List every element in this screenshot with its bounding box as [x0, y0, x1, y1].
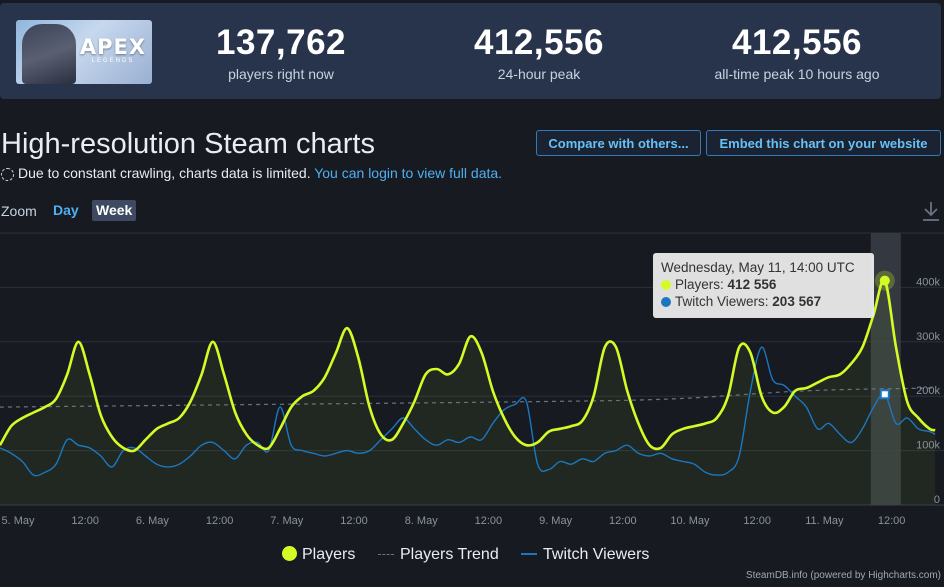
twitch-dot-icon	[661, 297, 671, 307]
tooltip-twitch-label: Twitch Viewers:	[675, 294, 769, 309]
stat-label: 24-hour peak	[497, 66, 581, 82]
zoom-week-button[interactable]: Week	[92, 200, 137, 221]
tooltip-twitch-row: Twitch Viewers: 203 567	[661, 293, 866, 310]
legend-item-players-trend[interactable]: Players Trend	[378, 544, 499, 566]
stat-label: all-time peak 10 hours ago	[714, 66, 880, 82]
zoom-label: Zoom	[1, 203, 37, 219]
stat-value: 412,556	[473, 23, 605, 62]
x-tick-label: 5. May	[1, 515, 35, 527]
tooltip-twitch-value: 203 567	[772, 294, 822, 309]
y-tick-label: 0	[934, 494, 940, 506]
line-icon	[521, 553, 537, 555]
y-tick-label: 300k	[916, 331, 940, 343]
legend-item-twitch-viewers[interactable]: Twitch Viewers	[521, 544, 649, 566]
x-tick-label: 12:00	[878, 515, 906, 527]
players-marker-icon	[282, 546, 297, 561]
stat-label: players right now	[228, 66, 334, 82]
logo-character-art	[22, 24, 76, 84]
data-limit-notice: Due to constant crawling, charts data is…	[1, 165, 502, 181]
x-tick-label: 6. May	[136, 515, 170, 527]
chart-tooltip: Wednesday, May 11, 14:00 UTC Players: 41…	[653, 253, 874, 318]
notice-text: Due to constant crawling, charts data is…	[18, 165, 311, 181]
stats-bar: APEX LEGENDS 137,762 players right now 4…	[0, 3, 941, 99]
tooltip-players-label: Players:	[675, 277, 724, 292]
stat-24h-peak: 412,556 24-hour peak	[438, 23, 640, 82]
stat-current-players: 137,762 players right now	[180, 23, 382, 82]
logo-subtitle: LEGENDS	[91, 58, 135, 64]
x-tick-label: 11. May	[805, 515, 844, 527]
stat-value: 412,556	[731, 23, 863, 62]
x-tick-label: 10. May	[670, 515, 710, 527]
zoom-day-button[interactable]: Day	[49, 200, 83, 221]
x-tick-label: 12:00	[71, 515, 99, 527]
x-tick-label: 12:00	[340, 515, 368, 527]
tooltip-players-row: Players: 412 556	[661, 276, 866, 293]
chart-legend: Players Players Trend Twitch Viewers	[0, 544, 944, 566]
stat-all-time-peak: 412,556 all-time peak 10 hours ago	[686, 23, 908, 82]
players-dot-icon	[661, 280, 671, 290]
game-logo[interactable]: APEX LEGENDS	[16, 20, 152, 84]
legend-label: Players	[302, 546, 356, 563]
login-link[interactable]: You can login to view full data.	[314, 165, 502, 181]
twitch-peak-point	[879, 389, 890, 400]
page-title: High-resolution Steam charts	[1, 128, 375, 160]
y-tick-label: 200k	[916, 385, 940, 397]
x-tick-label: 12:00	[743, 515, 771, 527]
y-tick-label: 100k	[916, 440, 940, 452]
legend-label: Players Trend	[400, 546, 499, 563]
tooltip-date: Wednesday, May 11, 14:00 UTC	[661, 260, 855, 275]
dashed-line-icon	[378, 554, 394, 555]
tooltip-players-value: 412 556	[727, 277, 777, 292]
embed-chart-button[interactable]: Embed this chart on your website	[706, 130, 941, 156]
stat-value: 137,762	[215, 23, 347, 62]
legend-label: Twitch Viewers	[543, 546, 650, 563]
x-tick-label: 9. May	[539, 515, 573, 527]
loading-spinner-icon	[1, 168, 14, 181]
y-tick-label: 400k	[916, 276, 940, 288]
x-tick-label: 8. May	[405, 515, 439, 527]
logo-title: APEX	[79, 35, 147, 59]
players-peak-point	[879, 275, 890, 286]
download-icon[interactable]	[921, 200, 941, 222]
x-tick-label: 7. May	[270, 515, 304, 527]
legend-item-players[interactable]: Players	[282, 544, 355, 566]
x-tick-label: 12:00	[475, 515, 503, 527]
compare-button[interactable]: Compare with others...	[536, 130, 701, 156]
chart-credits[interactable]: SteamDB.info (powered by Highcharts.com)	[746, 570, 941, 581]
x-tick-label: 12:00	[609, 515, 637, 527]
x-tick-label: 12:00	[206, 515, 234, 527]
